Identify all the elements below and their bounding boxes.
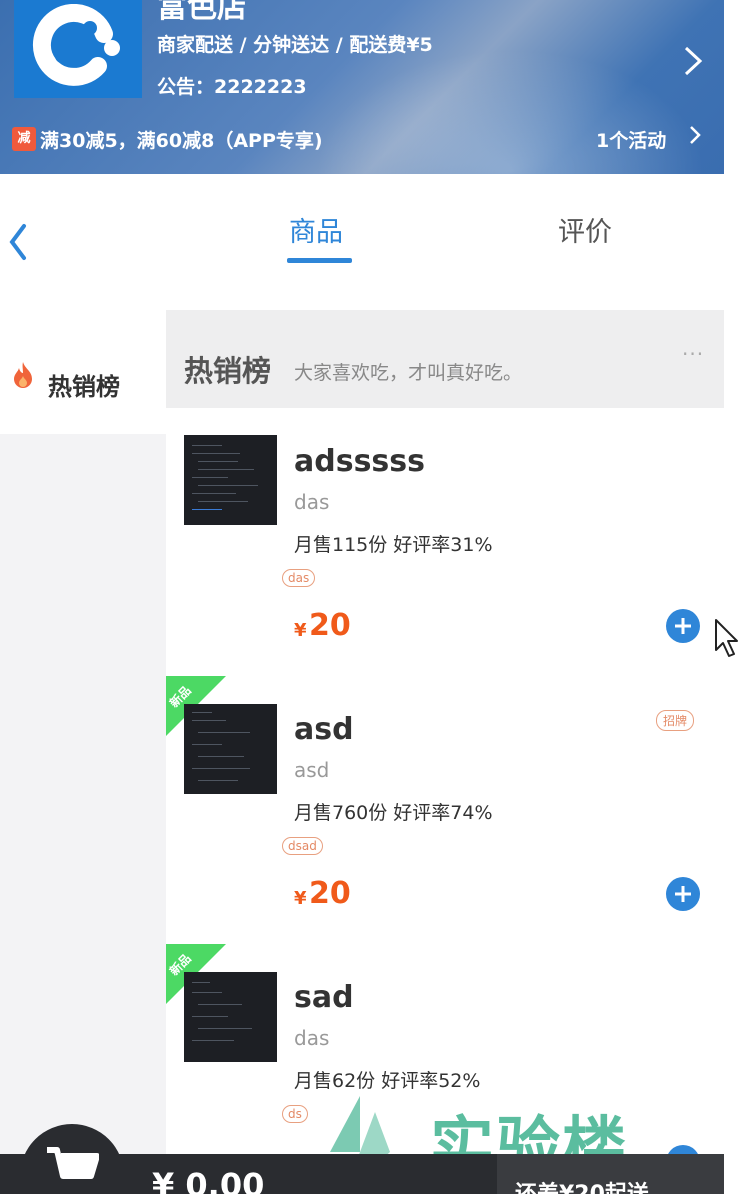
product-item[interactable]: adsssss das 月售115份 好评率31% das ¥ 20 <box>166 408 724 676</box>
product-description: asd <box>294 758 330 782</box>
shop-header[interactable]: 富色店 商家配送 / 分钟送达 / 配送费¥5 公告：2222223 减 满30… <box>0 0 724 174</box>
product-tag: ds <box>282 1105 308 1123</box>
product-name: sad <box>294 980 354 1015</box>
category-title: 热销榜 <box>184 354 272 388</box>
sidebar-item-label: 热销榜 <box>48 373 120 401</box>
chevron-right-icon[interactable] <box>678 44 706 78</box>
shop-logo-icon <box>32 4 120 86</box>
product-stats: 月售115份 好评率31% <box>294 534 493 556</box>
tab-reviews[interactable]: 评价 <box>558 210 612 249</box>
signature-tag: 招牌 <box>656 710 695 731</box>
product-image <box>184 972 277 1062</box>
shop-name: 富色店 <box>157 0 247 25</box>
product-stats: 月售62份 好评率52% <box>294 1070 481 1092</box>
shop-notice: 公告：2222223 <box>157 76 307 98</box>
tab-goods[interactable]: 商品 <box>289 210 343 249</box>
product-item[interactable]: 新品 asd 招牌 asd 月售760份 好评率74% dsad ¥ 20 <box>166 676 724 944</box>
product-description: das <box>294 490 330 514</box>
price-currency: ¥ <box>294 620 307 641</box>
header-background-glow <box>300 40 720 174</box>
add-to-cart-icon[interactable] <box>665 876 701 912</box>
category-sidebar: 热销榜 <box>0 310 166 1194</box>
product-stats: 月售760份 好评率74% <box>294 802 493 824</box>
shop-logo <box>14 0 142 98</box>
cart-total: ¥ 0.00 <box>152 1166 265 1194</box>
fire-icon <box>14 362 32 388</box>
back-arrow-icon[interactable] <box>6 222 30 262</box>
product-image <box>184 435 277 525</box>
promo-text: 满30减5，满60减8（APP专享) <box>40 130 323 152</box>
mouse-cursor-icon <box>715 619 738 657</box>
add-to-cart-icon[interactable] <box>665 608 701 644</box>
product-price: 20 <box>309 608 351 643</box>
discount-badge: 减 <box>12 127 36 151</box>
category-subtitle: 大家喜欢吃，才叫真好吃。 <box>294 362 523 384</box>
cart-icon <box>47 1147 99 1179</box>
activity-count[interactable]: 1个活动 <box>596 126 666 153</box>
delivery-info: 商家配送 / 分钟送达 / 配送费¥5 <box>157 34 433 56</box>
product-image <box>184 704 277 794</box>
product-tag: dsad <box>282 837 323 855</box>
page-gutter <box>724 0 750 1194</box>
chevron-right-icon[interactable] <box>687 124 703 146</box>
product-name: asd <box>294 712 354 747</box>
product-list: adsssss das 月售115份 好评率31% das ¥ 20 新品 as… <box>166 408 724 1194</box>
active-tab-indicator <box>287 258 352 263</box>
product-description: das <box>294 1026 330 1050</box>
min-order-button[interactable]: 还差¥20起送 <box>497 1154 724 1194</box>
price-currency: ¥ <box>294 888 307 909</box>
sidebar-item-hot[interactable]: 热销榜 <box>0 310 166 434</box>
category-header: 热销榜 大家喜欢吃，才叫真好吃。 ··· <box>166 310 724 408</box>
product-name: adsssss <box>294 444 426 479</box>
more-icon[interactable]: ··· <box>682 342 704 366</box>
tab-bar: 商品 评价 <box>0 174 724 310</box>
product-tag: das <box>282 569 316 587</box>
product-price: 20 <box>309 876 351 911</box>
